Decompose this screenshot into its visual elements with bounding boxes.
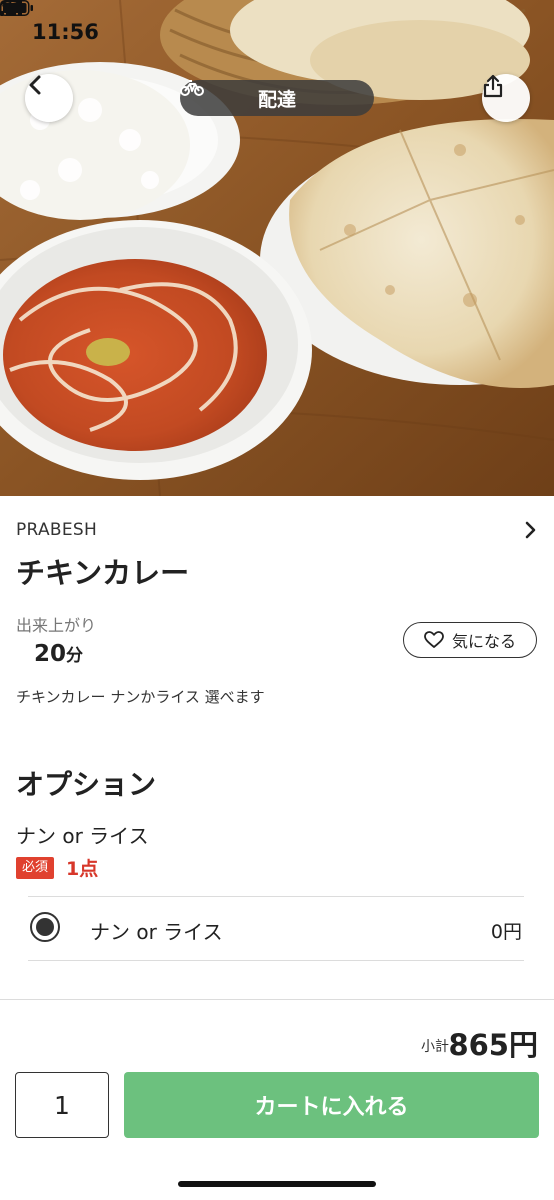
home-indicator	[178, 1181, 376, 1187]
share-button[interactable]	[482, 74, 530, 122]
add-to-cart-button[interactable]: カートに入れる	[124, 1072, 539, 1138]
store-name: PRABESH	[16, 520, 98, 540]
store-link[interactable]: PRABESH	[16, 516, 538, 544]
quantity-value: 1	[54, 1090, 70, 1120]
required-count: 1点	[66, 858, 99, 880]
chevron-left-icon	[29, 75, 41, 95]
bicycle-icon	[180, 80, 204, 96]
favorite-button[interactable]: 気になる	[403, 622, 537, 658]
food-photo-illustration	[0, 0, 554, 496]
status-time: 11:56	[32, 20, 99, 44]
delivery-mode-pill[interactable]: 配達	[180, 80, 374, 116]
radio-button[interactable]	[30, 912, 60, 942]
item-title: チキンカレー	[16, 556, 190, 590]
battery-icon	[0, 0, 33, 16]
heart-icon	[424, 631, 444, 648]
item-description: チキンカレー ナンかライス 選べます	[16, 688, 265, 706]
option-group-name: ナン or ライス	[16, 824, 149, 848]
subtotal-value: 865円	[448, 1028, 538, 1062]
option-label: ナン or ライス	[90, 920, 223, 944]
add-to-cart-label: カートに入れる	[254, 1095, 409, 1120]
chevron-right-icon	[525, 521, 536, 539]
ready-minutes: 20	[34, 641, 67, 667]
favorite-label: 気になる	[451, 632, 516, 651]
share-icon	[483, 74, 503, 98]
radio-selected-dot	[36, 918, 54, 936]
quantity-selector[interactable]: 1	[15, 1072, 109, 1138]
back-button[interactable]	[25, 74, 73, 122]
ready-time-label: 出来上がり	[16, 616, 97, 635]
option-price: 0円	[490, 921, 522, 943]
footer-divider	[0, 999, 554, 1000]
product-hero-image: 11:56 配達	[0, 0, 554, 496]
status-bar: 11:56	[0, 0, 554, 68]
subtotal-label: 小計	[421, 1039, 449, 1055]
required-badge: 必須	[16, 857, 55, 879]
divider	[28, 896, 524, 897]
delivery-label: 配達	[257, 88, 296, 111]
ready-time-value: 20分	[34, 641, 83, 667]
ready-unit: 分	[66, 646, 84, 666]
options-section-title: オプション	[16, 768, 157, 801]
divider	[28, 960, 524, 961]
option-item-nan-or-rice[interactable]: ナン or ライス 0円	[28, 898, 524, 960]
